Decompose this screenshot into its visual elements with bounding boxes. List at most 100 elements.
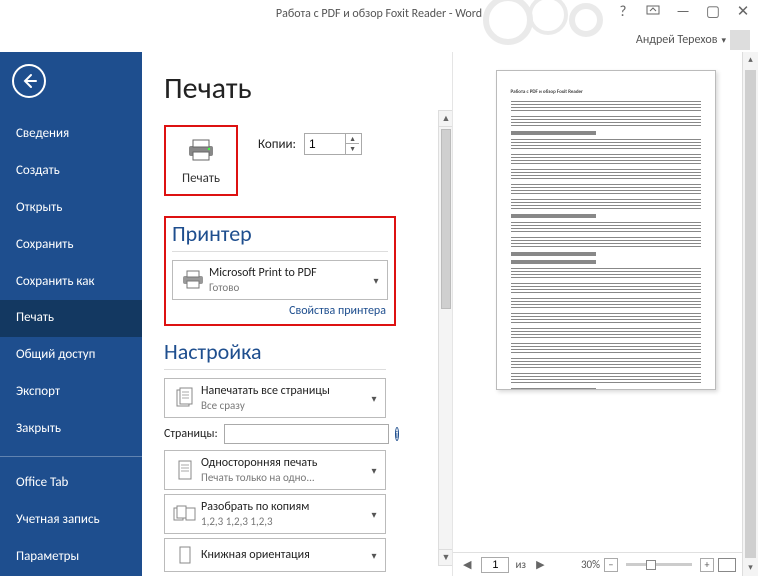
sidebar-item-export[interactable]: Экспорт [0, 374, 142, 411]
pages-icon [169, 387, 201, 409]
user-name[interactable]: Андрей Терехов [636, 33, 718, 47]
pages-label: Страницы: [164, 427, 218, 441]
page-of-label: из [515, 558, 526, 571]
scroll-down-button[interactable]: ▾ [743, 560, 758, 576]
sidebar-item-open[interactable]: Открыть [0, 190, 142, 227]
chevron-down-icon: ▾ [367, 549, 381, 562]
print-range-title: Напечатать все страницы [201, 384, 367, 398]
preview-page: Работа с PDF и обзор Foxit Reader [496, 70, 716, 390]
copies-down-button[interactable]: ▼ [346, 144, 359, 154]
sidebar-item-close[interactable]: Закрыть [0, 411, 142, 448]
close-button[interactable]: ✕ [732, 2, 754, 21]
zoom-in-button[interactable]: + [700, 558, 714, 572]
one-sided-icon [169, 459, 201, 481]
print-range-sub: Все сразу [201, 399, 367, 412]
collate-sub: 1,2,3 1,2,3 1,2,3 [201, 515, 367, 528]
user-bar: Андрей Терехов ▾ [0, 28, 758, 52]
chevron-down-icon: ▾ [367, 508, 381, 521]
title-bar: Работа с PDF и обзор Foxit Reader - Word… [0, 0, 758, 28]
scroll-up-button[interactable]: ▴ [743, 52, 758, 68]
sidebar-item-new[interactable]: Создать [0, 153, 142, 190]
avatar[interactable] [730, 30, 750, 50]
window-controls: ? — ▢ ✕ [612, 2, 754, 21]
copies-up-button[interactable]: ▲ [346, 134, 359, 144]
settings-section-head: Настройка [164, 338, 386, 372]
help-button[interactable]: ? [612, 2, 634, 21]
sidebar-item-saveas[interactable]: Сохранить как [0, 264, 142, 301]
minimize-button[interactable]: — [672, 2, 694, 21]
sidebar-item-save[interactable]: Сохранить [0, 227, 142, 264]
printer-properties-link[interactable]: Свойства принтера [172, 304, 388, 318]
collate-icon [169, 504, 201, 524]
orientation-title: Книжная ориентация [201, 548, 367, 562]
scroll-thumb[interactable] [745, 70, 756, 558]
sidebar-item-label: Сохранить как [16, 274, 94, 289]
copies-stepper[interactable]: ▲ ▼ [304, 133, 362, 155]
printer-icon [182, 137, 220, 163]
window-title: Работа с PDF и обзор Foxit Reader - Word [276, 7, 482, 21]
printer-selector[interactable]: Microsoft Print to PDF Готово ▾ [172, 260, 388, 300]
scroll-thumb[interactable] [441, 129, 451, 309]
duplex-sub: Печать только на одно... [201, 471, 367, 484]
arrow-left-icon [20, 72, 38, 90]
preview-page-title: Работа с PDF и обзор Foxit Reader [511, 89, 701, 95]
printer-section: Принтер Microsoft Print to PDF Готово ▾ … [164, 216, 396, 326]
sidebar-item-label: Параметры [16, 549, 79, 564]
print-settings-panel: Печать Печать Копии: ▲ ▼ [142, 52, 452, 576]
scroll-up-button[interactable]: ▲ [439, 111, 453, 127]
print-button[interactable]: Печать [164, 125, 238, 196]
zoom-to-page-button[interactable] [718, 558, 736, 572]
user-menu-caret[interactable]: ▾ [721, 35, 726, 46]
sidebar-item-label: Печать [16, 310, 54, 325]
ribbon-options-button[interactable] [642, 2, 664, 21]
chevron-down-icon: ▾ [367, 392, 381, 405]
pages-input[interactable] [224, 424, 389, 444]
sidebar-divider [0, 456, 142, 457]
chevron-down-icon: ▾ [367, 464, 381, 477]
sidebar-item-label: Создать [16, 163, 60, 178]
duplex-title: Односторонняя печать [201, 456, 367, 470]
print-button-label: Печать [182, 171, 220, 186]
backstage-sidebar: Сведения Создать Открыть Сохранить Сохра… [0, 52, 142, 576]
info-icon[interactable]: i [395, 427, 399, 441]
sidebar-item-account[interactable]: Учетная запись [0, 502, 142, 539]
sidebar-item-info[interactable]: Сведения [0, 116, 142, 153]
sidebar-item-label: Office Tab [16, 475, 68, 490]
sidebar-item-label: Учетная запись [16, 512, 100, 527]
sidebar-item-label: Закрыть [16, 421, 61, 436]
printer-name: Microsoft Print to PDF [209, 266, 369, 280]
preview-scrollbar[interactable]: ▴ ▾ [742, 52, 758, 576]
collate-title: Разобрать по копиям [201, 500, 367, 514]
scroll-down-button[interactable]: ▼ [439, 549, 453, 565]
print-range-selector[interactable]: Напечатать все страницы Все сразу ▾ [164, 378, 386, 418]
sidebar-item-label: Открыть [16, 200, 62, 215]
sidebar-item-label: Экспорт [16, 384, 60, 399]
back-button[interactable] [12, 64, 46, 98]
page-number-input[interactable] [481, 557, 509, 573]
printer-section-head: Принтер [172, 220, 388, 254]
print-preview-panel: Работа с PDF и обзор Foxit Reader ▴ ▾ ◀ … [452, 52, 758, 576]
orientation-selector[interactable]: Книжная ориентация ▾ [164, 538, 386, 572]
portrait-icon [169, 545, 201, 565]
collate-selector[interactable]: Разобрать по копиям 1,2,3 1,2,3 1,2,3 ▾ [164, 494, 386, 534]
sidebar-item-share[interactable]: Общий доступ [0, 337, 142, 374]
copies-label: Копии: [258, 137, 296, 152]
sidebar-item-label: Общий доступ [16, 347, 95, 362]
zoom-slider[interactable] [626, 563, 692, 566]
sidebar-item-label: Сохранить [16, 237, 73, 252]
chevron-down-icon: ▾ [369, 274, 383, 287]
zoom-out-button[interactable]: − [604, 558, 618, 572]
page-heading: Печать [164, 70, 448, 107]
sidebar-item-label: Сведения [16, 126, 69, 141]
duplex-selector[interactable]: Односторонняя печать Печать только на од… [164, 450, 386, 490]
maximize-button[interactable]: ▢ [702, 2, 724, 21]
printer-status: Готово [209, 281, 369, 294]
sidebar-item-print[interactable]: Печать [0, 300, 142, 337]
prev-page-button[interactable]: ◀ [459, 558, 475, 571]
zoom-value: 30% [581, 558, 600, 571]
printer-small-icon [177, 270, 209, 290]
copies-input[interactable] [305, 137, 345, 151]
sidebar-item-options[interactable]: Параметры [0, 539, 142, 576]
next-page-button[interactable]: ▶ [532, 558, 548, 571]
sidebar-item-officetab[interactable]: Office Tab [0, 465, 142, 502]
